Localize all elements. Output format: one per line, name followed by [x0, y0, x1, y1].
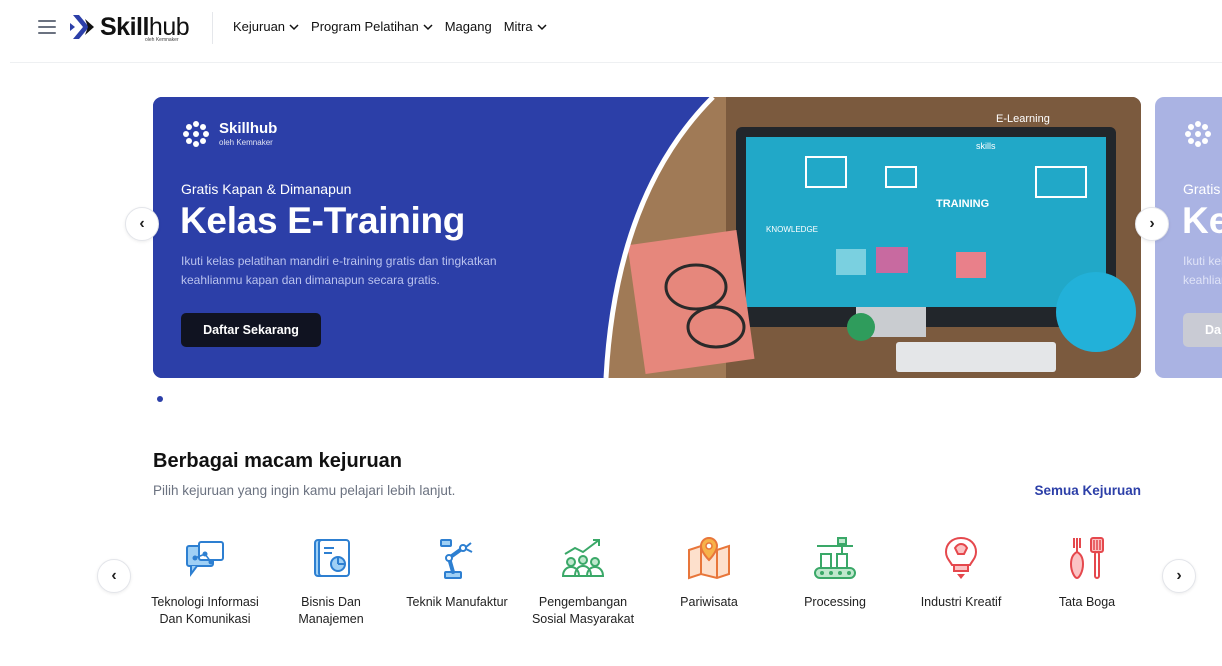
logo-subtitle: oleh Kemnaker	[145, 37, 179, 43]
nav-item-mitra[interactable]: Mitra	[504, 19, 547, 34]
photo-text: skills	[976, 141, 996, 151]
category-teknologi-informasi[interactable]: Teknologi Informasi Dan Komunikasi	[150, 534, 260, 628]
section-title: Berbagai macam kejuruan	[153, 450, 402, 472]
category-label: Bisnis Dan Manajemen	[298, 595, 364, 626]
nav-item-magang[interactable]: Magang	[445, 19, 492, 34]
category-pariwisata[interactable]: Pariwisata	[654, 534, 764, 611]
category-label: Industri Kreatif	[920, 595, 1002, 609]
category-label: Teknologi Informasi Dan Komunikasi	[151, 595, 259, 626]
next-banner-button: Da	[1183, 313, 1222, 347]
nav-label: Mitra	[503, 19, 533, 34]
conveyor-icon	[814, 537, 856, 579]
chevron-down-icon	[289, 23, 299, 30]
map-pin-icon	[688, 536, 730, 580]
kitchen-utensils-icon	[1069, 537, 1104, 580]
next-banner-description: Ikuti kelas pelatihan mandiri e-training…	[1183, 254, 1222, 287]
categories-next-button[interactable]: ›	[1162, 559, 1196, 593]
next-banner-title: Ke	[1182, 200, 1222, 241]
hero-banner-next-slide[interactable]: Gratis Ke Ikuti kelas pelatihan mandiri …	[1155, 97, 1222, 378]
chevron-left-icon: ‹	[111, 567, 117, 584]
category-teknik-manufaktur[interactable]: Teknik Manufaktur	[402, 534, 512, 611]
chevron-left-icon: ‹	[139, 215, 145, 232]
category-label: Tata Boga	[1058, 595, 1116, 609]
semua-kejuruan-link[interactable]: Semua Kejuruan	[1034, 483, 1141, 498]
categories-prev-button[interactable]: ‹	[97, 559, 131, 593]
banner-kicker: Gratis Kapan & Dimanapun	[181, 181, 352, 197]
header-divider	[212, 12, 213, 44]
banner-logo: Skillhub oleh Kemnaker	[181, 119, 277, 149]
logo-wordmark: Skillhub	[100, 12, 190, 41]
chevron-down-icon	[537, 23, 547, 30]
skillhub-flower-icon	[1185, 121, 1211, 147]
document-chart-icon	[314, 539, 350, 577]
skillhub-flower-icon	[183, 121, 209, 147]
header-separator	[10, 62, 1222, 63]
category-processing[interactable]: Processing	[780, 534, 890, 611]
category-label: Pengembangan Sosial Masyarakat	[531, 595, 635, 626]
people-growth-icon	[561, 539, 605, 577]
banner-logo-sub: oleh Kemnaker	[219, 138, 273, 147]
banner-description: Ikuti kelas pelatihan mandiri e-training…	[181, 254, 497, 287]
next-banner-kicker: Gratis	[1183, 181, 1221, 197]
nav-label: Kejuruan	[233, 19, 286, 34]
nav-item-program-pelatihan[interactable]: Program Pelatihan	[311, 19, 433, 34]
chevron-right-icon: ›	[1176, 567, 1182, 584]
robot-arm-icon	[440, 539, 473, 579]
category-label: Processing	[804, 595, 866, 609]
main-nav: Kejuruan Program Pelatihan Magang Mitra	[233, 19, 547, 34]
logo-chevron-icon	[70, 15, 94, 39]
nav-item-kejuruan[interactable]: Kejuruan	[233, 19, 299, 34]
chat-network-icon	[186, 541, 224, 577]
section-subtitle: Pilih kejuruan yang ingin kamu pelajari …	[153, 483, 456, 498]
banner-prev-button[interactable]: ‹	[125, 207, 159, 241]
daftar-sekarang-button[interactable]: Daftar Sekarang	[181, 313, 321, 347]
top-header: Skillhub oleh Kemnaker Kejuruan Program …	[0, 0, 1222, 56]
categories-list: Teknologi Informasi Dan Komunikasi Bisni…	[150, 534, 1150, 664]
nav-label: Magang	[444, 19, 492, 34]
photo-text: TRAINING	[936, 198, 989, 210]
banner-next-button[interactable]: ›	[1135, 207, 1169, 241]
chevron-right-icon: ›	[1149, 215, 1155, 232]
category-tata-boga[interactable]: Tata Boga	[1032, 534, 1142, 611]
photo-text: E-Learning	[996, 113, 1050, 125]
category-bisnis-manajemen[interactable]: Bisnis Dan Manajemen	[276, 534, 386, 628]
lightbulb-icon	[944, 536, 978, 579]
hamburger-menu-icon[interactable]	[38, 20, 56, 34]
nav-label: Program Pelatihan	[311, 19, 419, 34]
banner-title: Kelas E-Training	[180, 200, 466, 241]
category-label: Teknik Manufaktur	[406, 595, 508, 609]
carousel-dot-active[interactable]	[157, 396, 163, 402]
chevron-down-icon	[423, 23, 433, 30]
category-pengembangan-sosial[interactable]: Pengembangan Sosial Masyarakat	[528, 534, 638, 628]
category-label: Pariwisata	[680, 595, 738, 609]
hero-banner-slide[interactable]: E-Learning TRAINING KNOWLEDGE skills Ski…	[153, 97, 1141, 378]
banner-logo-name: Skillhub	[219, 120, 278, 137]
category-industri-kreatif[interactable]: Industri Kreatif	[906, 534, 1016, 611]
